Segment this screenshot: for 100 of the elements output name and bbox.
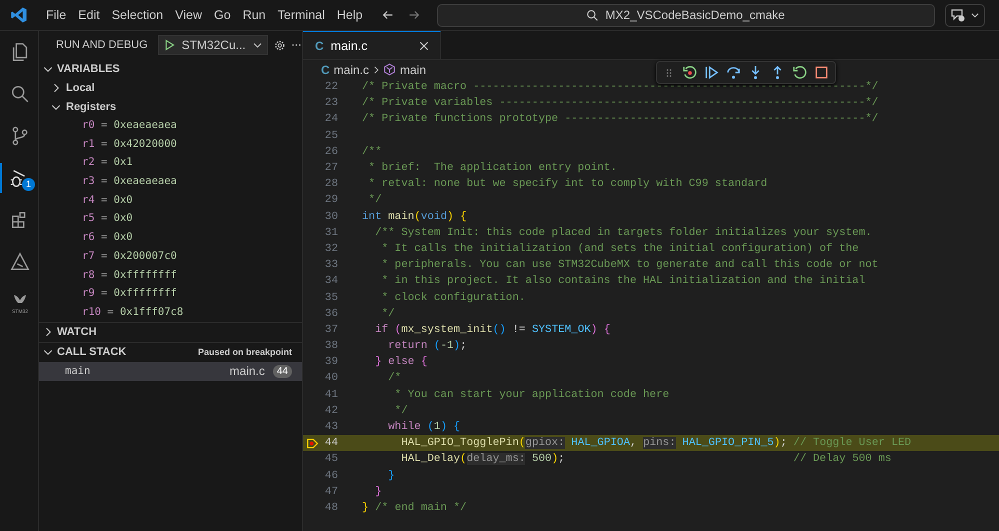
line-number: 38	[324, 340, 338, 352]
restart-frame-icon[interactable]	[682, 65, 697, 80]
command-center-search[interactable]: MX2_VSCodeBasicDemo_cmake	[436, 4, 935, 26]
variable-row[interactable]: r6 = 0x0	[39, 228, 302, 247]
close-icon[interactable]	[418, 40, 430, 52]
menu-item[interactable]: View	[169, 8, 208, 22]
line-number: 41	[324, 388, 338, 401]
line-number: 32	[324, 242, 338, 255]
menu-item[interactable]: Run	[236, 8, 272, 22]
stop-icon[interactable]	[814, 65, 829, 80]
code-line: }	[374, 486, 382, 498]
line-number: 26	[324, 146, 338, 158]
variable-row[interactable]: r7 = 0x200007c0	[39, 246, 302, 266]
code-line: /** System Init: this code placed in targets folder initializes your system.	[374, 226, 872, 239]
code-line: } /* end main */	[362, 502, 467, 514]
code-line: /* Private functions prototype ----------------------------------------------*/	[362, 113, 878, 126]
current-line-breakpoint-icon	[306, 436, 319, 450]
variable-row[interactable]: r4 = 0x0	[39, 190, 302, 210]
code-line: * You can start your application code here	[394, 388, 670, 401]
code-line: while (1) {	[387, 421, 460, 434]
line-number: 47	[324, 486, 338, 498]
code-line: /**	[362, 146, 382, 158]
line-number: 27	[324, 162, 338, 174]
line-number: 36	[324, 308, 338, 320]
restart-icon[interactable]	[792, 65, 807, 80]
code-line: /* Private variables --------------------------------------------------------*/	[362, 97, 878, 110]
back-arrow-icon[interactable]	[380, 8, 395, 22]
chat-bubble-icon	[950, 7, 966, 23]
notification-badge: 1	[22, 178, 35, 191]
variable-row[interactable]: r0 = 0xeaeaeaea	[39, 116, 302, 135]
variable-row[interactable]: r8 = 0xffffffff	[39, 266, 302, 284]
line-number: 39	[324, 356, 338, 368]
line-number: 33	[324, 259, 338, 272]
code-line: if (mx_system_init() != SYSTEM_OK) {	[374, 324, 610, 336]
line-number: 44	[324, 437, 338, 450]
menu-item[interactable]: Terminal	[272, 8, 331, 22]
variable-row[interactable]: r2 = 0x1	[39, 153, 302, 172]
line-number: 40	[324, 372, 338, 384]
line-number: 31	[324, 226, 338, 239]
section-header[interactable]: VARIABLES	[39, 59, 302, 78]
line-number: 22	[324, 81, 338, 94]
code-line: * peripherals. You can use STM32CubeMX to generate and call this code or not	[380, 259, 878, 272]
line-number: 46	[324, 470, 338, 482]
launch-config-dropdown[interactable]: STM32Cu...	[158, 35, 268, 55]
app-logo-icon	[10, 6, 28, 24]
code-line: } else {	[374, 356, 428, 368]
menu-item[interactable]: Help	[330, 8, 369, 22]
code-line: * brief: The application entry point.	[368, 162, 617, 174]
line-number: 34	[324, 275, 338, 288]
variable-row[interactable]: r3 = 0xeaeaeaea	[39, 172, 302, 191]
search-icon	[586, 8, 600, 22]
editor-tab[interactable]: C main.c	[303, 31, 441, 59]
search-icon	[9, 83, 31, 105]
code-line: /*	[387, 372, 402, 384]
debug-status: Paused on breakpoint	[198, 347, 292, 358]
line-number: 28	[324, 178, 338, 190]
variable-row[interactable]: r1 = 0x42020000	[39, 134, 302, 154]
code-line: */	[394, 404, 408, 417]
variable-row[interactable]: r5 = 0x0	[39, 209, 302, 228]
continue-icon[interactable]	[704, 65, 719, 80]
cube-icon	[383, 63, 396, 76]
breadcrumb-item[interactable]: C main.c	[321, 62, 370, 76]
tree-item[interactable]: Registers	[39, 97, 302, 116]
code-line: */	[368, 194, 382, 206]
line-number: 48	[324, 502, 338, 514]
line-number: 35	[324, 292, 338, 304]
play-icon	[162, 38, 176, 52]
section-header[interactable]: WATCH	[39, 322, 302, 342]
line-number: 42	[324, 404, 338, 417]
breadcrumb-item[interactable]: main	[383, 62, 426, 76]
tree-item[interactable]: Local	[39, 78, 302, 97]
line-number: 23	[324, 97, 338, 110]
line-number: 24	[324, 113, 338, 126]
section-header[interactable]: CALL STACK	[42, 346, 126, 358]
triangle-icon	[9, 251, 31, 273]
code-line: }	[387, 470, 395, 482]
panel-title: RUN AND DEBUG	[56, 39, 148, 51]
step-over-icon[interactable]	[726, 65, 741, 80]
code-line: * in this project. It also contains the HAL initialization and the initial	[380, 275, 866, 288]
menu-item[interactable]: Selection	[106, 8, 170, 22]
code-line: HAL_GPIO_TogglePin(gpiox: HAL_GPIOA, pins: HAL_GPIO_PIN_5); // Toggle User LED	[400, 437, 912, 450]
line-number: 43	[324, 421, 338, 434]
code-line: HAL_Delay(delay_ms: 500); // Delay 500 ms	[400, 453, 892, 466]
variable-row[interactable]: r9 = 0xffffffff	[39, 284, 302, 303]
forward-arrow-icon[interactable]	[406, 8, 421, 22]
line-number: 37	[324, 324, 338, 336]
code-line: */	[380, 308, 395, 320]
menu-item[interactable]: Go	[208, 8, 237, 22]
code-line: * clock configuration.	[380, 292, 526, 304]
code-line: return (-1);	[387, 340, 467, 352]
stack-frame[interactable]: main main.c 44	[39, 362, 302, 381]
code-line: int main(void) {	[362, 210, 467, 223]
variable-row[interactable]: r10 = 0x1fff07c8	[39, 302, 302, 322]
line-number: 29	[324, 194, 338, 206]
code-line: * It calls the initialization (and sets the initial configuration) of the	[380, 242, 859, 255]
chat-dropdown-button[interactable]	[944, 4, 985, 26]
line-number: 45	[324, 453, 338, 466]
menu-item[interactable]: File	[40, 8, 72, 22]
code-line: * retval: none but we specify int to comply with C99 standard	[368, 178, 768, 190]
menu-item[interactable]: Edit	[72, 8, 106, 22]
